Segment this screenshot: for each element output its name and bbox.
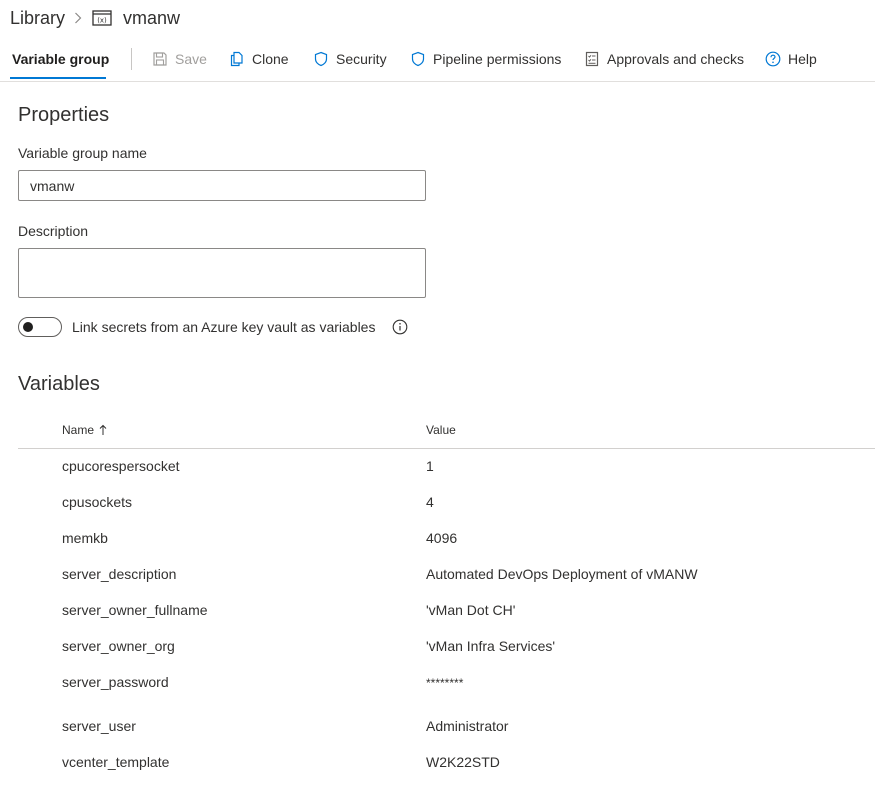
breadcrumb-current: vmanw (123, 7, 181, 28)
checklist-icon (584, 51, 600, 67)
help-label: Help (788, 51, 817, 67)
variable-value: W2K22STD (426, 754, 500, 770)
column-header-name[interactable]: Name (62, 423, 107, 437)
tab-variable-group[interactable]: Variable group (12, 51, 109, 67)
column-name-label: Name (62, 423, 95, 437)
save-icon (152, 51, 168, 67)
description-label: Description (18, 223, 89, 239)
variable-value: Automated DevOps Deployment of vMANW (426, 566, 698, 582)
variable-value: 1 (426, 458, 434, 474)
table-row[interactable]: server_owner_org 'vMan Infra Services' (18, 638, 875, 674)
properties-heading: Properties (18, 104, 110, 126)
breadcrumb: Library (x) vmanw (10, 6, 180, 30)
table-row[interactable]: server_description Automated DevOps Deplo… (18, 566, 875, 602)
help-icon (765, 51, 781, 67)
clone-label: Clone (252, 51, 289, 67)
variable-name: memkb (62, 530, 108, 546)
variable-name: server_user (62, 718, 136, 734)
chevron-right-icon (74, 12, 82, 24)
clone-icon (229, 51, 245, 67)
svg-text:(x): (x) (97, 17, 107, 25)
table-row[interactable]: server_password ******** (18, 674, 875, 710)
variable-name: vcenter_template (62, 754, 170, 770)
active-tab-indicator (10, 77, 106, 79)
variable-value: ******** (426, 676, 464, 690)
sort-ascending-icon (99, 424, 107, 436)
table-row[interactable]: vcenter_template W2K22STD (18, 754, 875, 789)
variable-group-name-input[interactable] (18, 170, 426, 201)
variables-heading: Variables (18, 373, 100, 395)
table-row[interactable]: cpusockets 4 (18, 494, 875, 530)
pipeline-permissions-button[interactable]: Pipeline permissions (410, 49, 561, 69)
variable-group-icon: (x) (92, 10, 112, 26)
save-button[interactable]: Save (152, 49, 207, 69)
variable-name: cpucorespersocket (62, 458, 180, 474)
variable-name: server_description (62, 566, 177, 582)
variable-name: server_owner_org (62, 638, 175, 654)
variable-value: 'vMan Infra Services' (426, 638, 556, 654)
variable-value: 'vMan Dot CH' (426, 602, 516, 618)
variables-table-header: Name Value (18, 420, 875, 449)
variable-value: 4096 (426, 530, 458, 546)
column-header-value: Value (426, 423, 456, 437)
link-secrets-row: Link secrets from an Azure key vault as … (18, 316, 408, 338)
table-row[interactable]: cpucorespersocket 1 (18, 458, 875, 494)
approvals-and-checks-button[interactable]: Approvals and checks (584, 49, 744, 69)
table-row[interactable]: server_user Administrator (18, 718, 875, 754)
variable-name: server_password (62, 674, 169, 690)
variable-group-name-label: Variable group name (18, 145, 147, 161)
variable-value: 4 (426, 494, 434, 510)
command-bar: Variable group Save Clone Security Pipel… (0, 40, 875, 82)
shield-icon (410, 51, 426, 67)
table-row[interactable]: server_owner_fullname 'vMan Dot CH' (18, 602, 875, 638)
variable-name: cpusockets (62, 494, 133, 510)
security-button[interactable]: Security (313, 49, 387, 69)
variable-name: server_owner_fullname (62, 602, 208, 618)
approvals-label: Approvals and checks (607, 51, 744, 67)
description-input[interactable] (18, 248, 426, 298)
variable-value: Administrator (426, 718, 509, 734)
save-label: Save (175, 51, 207, 67)
pipeline-permissions-label: Pipeline permissions (433, 51, 562, 67)
toolbar-divider (131, 48, 132, 70)
clone-button[interactable]: Clone (229, 49, 289, 69)
security-label: Security (336, 51, 387, 67)
info-icon[interactable] (392, 319, 408, 335)
link-secrets-toggle[interactable] (18, 317, 62, 337)
link-secrets-label: Link secrets from an Azure key vault as … (72, 319, 376, 335)
table-row[interactable]: memkb 4096 (18, 530, 875, 566)
help-button[interactable]: Help (765, 49, 817, 69)
shield-icon (313, 51, 329, 67)
toggle-knob (23, 322, 33, 332)
breadcrumb-library[interactable]: Library (10, 8, 65, 29)
